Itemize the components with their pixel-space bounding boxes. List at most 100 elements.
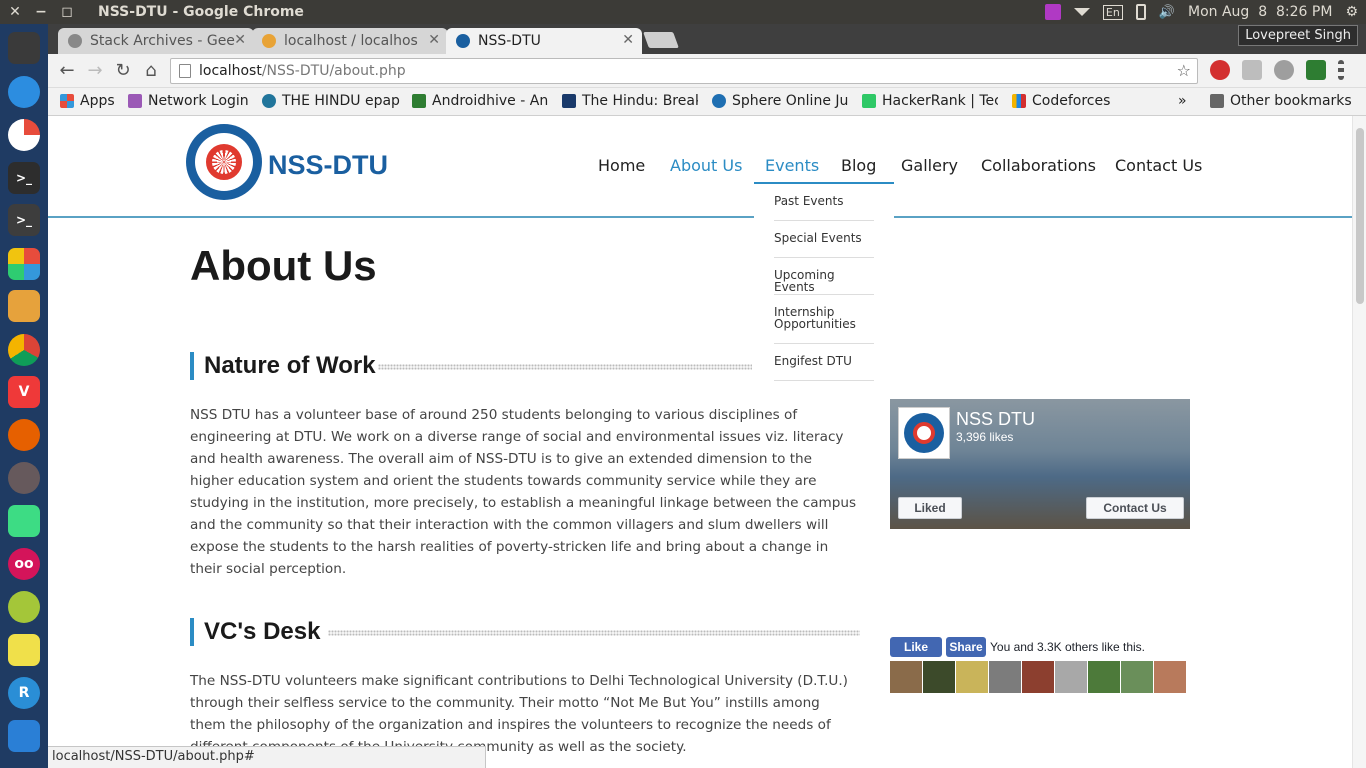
nav-gallery[interactable]: Gallery <box>901 156 958 175</box>
clock[interactable]: Mon Aug 8 8:26 PM <box>1188 4 1332 20</box>
back-button[interactable]: ← <box>54 59 80 83</box>
bookmark-item[interactable]: Codeforces <box>1012 93 1110 109</box>
chrome-icon[interactable] <box>8 334 40 366</box>
friend-avatar[interactable] <box>956 661 988 693</box>
software-center-icon[interactable] <box>8 248 40 280</box>
keyboard-layout-indicator[interactable]: En <box>1102 4 1123 20</box>
other-bookmarks[interactable]: Other bookmarks <box>1210 93 1352 109</box>
friend-avatar[interactable] <box>1154 661 1186 693</box>
fb-page-name[interactable]: NSS DTU <box>956 409 1035 430</box>
rstudio-icon[interactable]: R <box>8 677 40 709</box>
opera-extension-icon[interactable] <box>1210 60 1230 80</box>
friend-faces <box>890 661 1186 693</box>
files-icon[interactable] <box>8 290 40 322</box>
volume-icon[interactable]: 🔊 <box>1159 5 1175 20</box>
bookmark-star-icon[interactable]: ☆ <box>1177 59 1191 83</box>
friend-avatar[interactable] <box>1121 661 1153 693</box>
bookmark-item[interactable]: Sphere Online Ju <box>712 93 848 109</box>
terminal-icon[interactable]: >_ <box>8 162 40 194</box>
battery-icon[interactable] <box>1135 4 1146 20</box>
firefox-icon[interactable] <box>8 419 40 451</box>
nav-collaborations[interactable]: Collaborations <box>981 156 1096 175</box>
x-extension-icon[interactable] <box>1242 60 1262 80</box>
page-scrollbar[interactable] <box>1352 116 1366 768</box>
fb-share-button[interactable]: Share <box>946 637 986 657</box>
tab-close-icon[interactable]: ✕ <box>428 32 440 48</box>
bookmark-label: Androidhive - An <box>432 93 548 109</box>
dash-icon[interactable] <box>8 32 40 64</box>
friend-avatar[interactable] <box>1055 661 1087 693</box>
dropdown-item[interactable]: Past Events <box>774 195 874 221</box>
home-button[interactable]: ⌂ <box>138 59 164 83</box>
fb-liked-button[interactable]: Liked <box>898 497 962 519</box>
bookmark-label: The Hindu: Break <box>582 93 698 109</box>
page-title: About Us <box>190 242 377 289</box>
friend-avatar[interactable] <box>989 661 1021 693</box>
friend-avatar[interactable] <box>923 661 955 693</box>
wifi-icon[interactable] <box>1073 8 1090 16</box>
tab-close-icon[interactable]: ✕ <box>622 32 634 48</box>
bookmark-label: Sphere Online Ju <box>732 93 848 109</box>
profile-button[interactable]: Lovepreet Singh <box>1238 25 1358 46</box>
settings-icon[interactable]: ⚙ <box>1345 4 1358 20</box>
dropdown-item[interactable]: Internship Opportunities <box>774 306 874 344</box>
g-extension-icon[interactable] <box>1306 60 1326 80</box>
nav-about-us[interactable]: About Us <box>670 156 742 175</box>
bookmark-item[interactable]: THE HINDU epap <box>262 93 400 109</box>
bookmark-label: Network Login <box>148 93 249 109</box>
flickr-icon[interactable]: oo <box>8 548 40 580</box>
bookmark-item[interactable]: HackerRank | Tec <box>862 93 998 109</box>
update-icon[interactable] <box>8 720 40 752</box>
notification-icon[interactable] <box>1044 4 1061 20</box>
forward-button[interactable]: → <box>82 59 108 83</box>
bookmark-item[interactable]: Apps <box>60 93 115 109</box>
disk-usage-icon[interactable] <box>8 119 40 151</box>
dropdown-item[interactable]: Engifest DTU <box>774 355 874 381</box>
window-close-button[interactable]: ✕ <box>4 4 26 20</box>
bookmark-label: HackerRank | Tec <box>882 93 998 109</box>
android-studio-icon[interactable] <box>8 505 40 537</box>
reload-button[interactable]: ↻ <box>110 59 136 83</box>
bookmark-item[interactable]: Network Login <box>128 93 249 109</box>
dash-dots-icon[interactable] <box>8 76 40 108</box>
nav-contact-us[interactable]: Contact Us <box>1115 156 1202 175</box>
page-icon <box>179 64 191 78</box>
cloud-extension-icon[interactable] <box>1274 60 1294 80</box>
browser-tab-active[interactable]: NSS-DTU ✕ <box>446 28 642 54</box>
menu-icon[interactable] <box>1338 60 1344 80</box>
logo-mini <box>904 413 944 453</box>
lamp-icon[interactable] <box>8 634 40 666</box>
scrollbar-thumb[interactable] <box>1356 128 1364 304</box>
fb-like-button[interactable]: Like <box>890 637 942 657</box>
bookmark-item[interactable]: Androidhive - An <box>412 93 548 109</box>
browser-tab[interactable]: Stack Archives - Gee ✕ <box>58 28 254 54</box>
address-bar[interactable]: localhost/NSS-DTU/about.php ☆ <box>170 58 1198 84</box>
new-tab-button[interactable] <box>643 32 679 48</box>
tab-close-icon[interactable]: ✕ <box>234 32 246 48</box>
dropdown-item[interactable]: Upcoming Events <box>774 269 874 295</box>
vivaldi-icon[interactable]: V <box>8 376 40 408</box>
window-maximize-button[interactable]: ◻ <box>56 4 78 20</box>
bookmarks-overflow-button[interactable]: » <box>1178 93 1187 109</box>
facebook-page-plugin[interactable]: NSS DTU 3,396 likes Liked Contact Us <box>890 399 1190 529</box>
nav-events[interactable]: Events <box>765 156 819 175</box>
friend-avatar[interactable] <box>890 661 922 693</box>
friend-avatar[interactable] <box>1088 661 1120 693</box>
fb-page-likes: 3,396 likes <box>956 430 1014 444</box>
bookmark-item[interactable]: The Hindu: Break <box>562 93 698 109</box>
browser-chrome: Stack Archives - Gee ✕ localhost / local… <box>48 24 1366 116</box>
fb-contact-button[interactable]: Contact Us <box>1086 497 1184 519</box>
nav-blog[interactable]: Blog <box>841 156 876 175</box>
nav-home[interactable]: Home <box>598 156 645 175</box>
atom-icon[interactable] <box>8 462 40 494</box>
browser-tab[interactable]: localhost / localhos ✕ <box>252 28 448 54</box>
terminal-alt-icon[interactable]: >_ <box>8 204 40 236</box>
android-icon[interactable] <box>8 591 40 623</box>
tab-favicon <box>456 34 470 48</box>
fb-like-count: You and 3.3K others like this. <box>990 640 1145 654</box>
dropdown-item[interactable]: Special Events <box>774 232 874 258</box>
friend-avatar[interactable] <box>1022 661 1054 693</box>
site-brand[interactable]: NSS-DTU <box>268 150 388 181</box>
window-minimize-button[interactable]: − <box>30 4 52 20</box>
nss-logo[interactable] <box>186 124 262 200</box>
